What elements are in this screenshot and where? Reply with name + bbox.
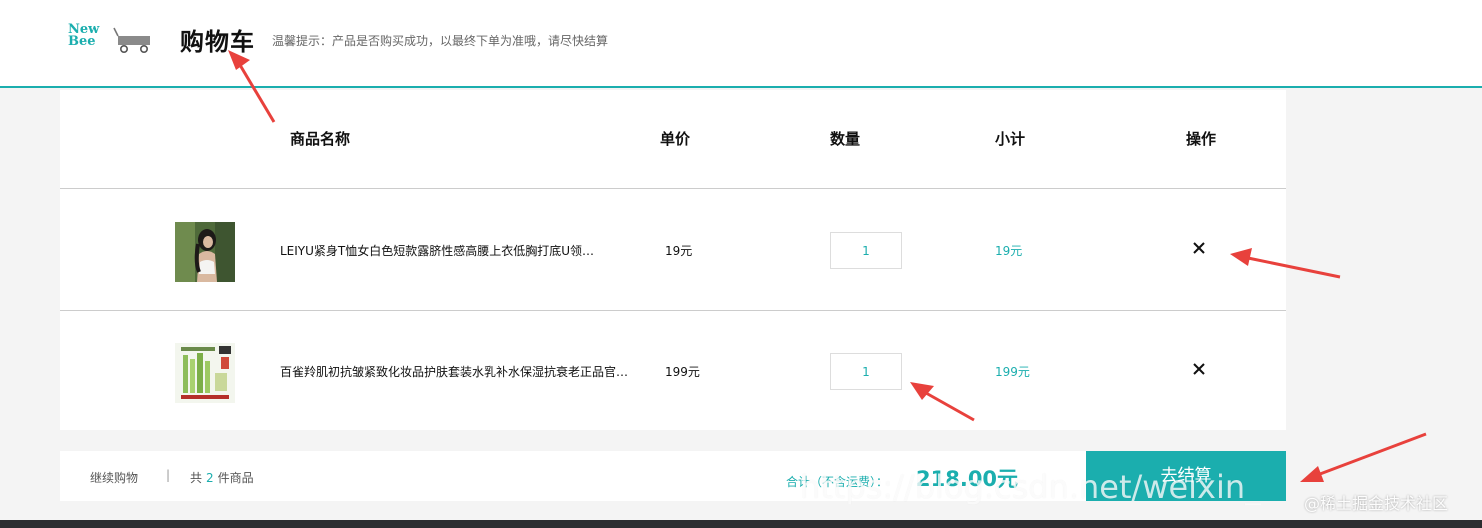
product-photo-skincare xyxy=(175,343,235,403)
column-unit-price: 单价 xyxy=(660,130,691,148)
item-subtotal: 199元 xyxy=(995,365,1030,379)
product-thumbnail[interactable] xyxy=(175,343,235,403)
item-count-suffix: 件商品 xyxy=(217,471,254,485)
item-subtotal: 19元 xyxy=(995,244,1023,258)
delete-item-button[interactable] xyxy=(1187,236,1211,260)
logo-line-2: Bee xyxy=(68,34,96,49)
product-thumbnail[interactable] xyxy=(175,222,235,282)
column-subtotal: 小计 xyxy=(995,130,1026,148)
csdn-url-watermark: https://blog.csdn.net/weixin_ xyxy=(800,468,1262,506)
product-name[interactable]: LEIYU紧身T恤女白色短款露脐性感高腰上衣低胸打底U领… xyxy=(280,242,650,259)
column-action: 操作 xyxy=(1186,130,1217,148)
delete-item-button[interactable] xyxy=(1187,357,1211,381)
unit-price: 199元 xyxy=(665,365,700,379)
product-photo-woman xyxy=(175,222,235,282)
unit-price: 19元 xyxy=(665,244,693,258)
table-header: 商品名称 单价 数量 小计 操作 xyxy=(60,90,1286,189)
arrow-to-checkout xyxy=(1300,432,1427,482)
column-quantity: 数量 xyxy=(830,130,861,148)
column-product-name: 商品名称 xyxy=(290,130,351,148)
product-name[interactable]: 百雀羚肌初抗皱紧致化妆品护肤套装水乳补水保湿抗衰老正品官… xyxy=(280,363,650,380)
table-row: LEIYU紧身T恤女白色短款露脐性感高腰上衣低胸打底U领… 19元 19元 xyxy=(60,190,1286,311)
newbee-logo[interactable]: New Bee xyxy=(68,23,152,56)
item-count-prefix: 共 xyxy=(190,471,203,485)
wagon-cart-icon xyxy=(113,27,150,53)
close-icon xyxy=(1193,363,1205,375)
page-header: New Bee 购物车 温馨提示：产品是否购买成功，以最终下单为准哦，请尽快结算 xyxy=(0,0,1482,88)
continue-shopping-link[interactable]: 继续购物 xyxy=(90,469,138,486)
juejin-watermark: @稀土掘金技术社区 xyxy=(1304,494,1449,513)
item-count: 共 2 件商品 xyxy=(190,469,254,486)
page-title: 购物车 xyxy=(180,28,255,56)
table-row: 百雀羚肌初抗皱紧致化妆品护肤套装水乳补水保湿抗衰老正品官… 199元 199元 xyxy=(60,311,1286,430)
item-count-number: 2 xyxy=(206,471,214,485)
cart-table: 商品名称 单价 数量 小计 操作 LEIYU紧身T恤女白色短款露脐性感高腰上衣低… xyxy=(60,90,1286,430)
close-icon xyxy=(1193,242,1205,254)
logo-wordmark: New Bee xyxy=(68,23,99,49)
quantity-input[interactable] xyxy=(830,353,902,390)
page-bottom-band xyxy=(0,520,1482,528)
quantity-input[interactable] xyxy=(830,232,902,269)
footer-separator: | xyxy=(166,468,171,482)
purchase-tip: 温馨提示：产品是否购买成功，以最终下单为准哦，请尽快结算 xyxy=(272,34,609,48)
